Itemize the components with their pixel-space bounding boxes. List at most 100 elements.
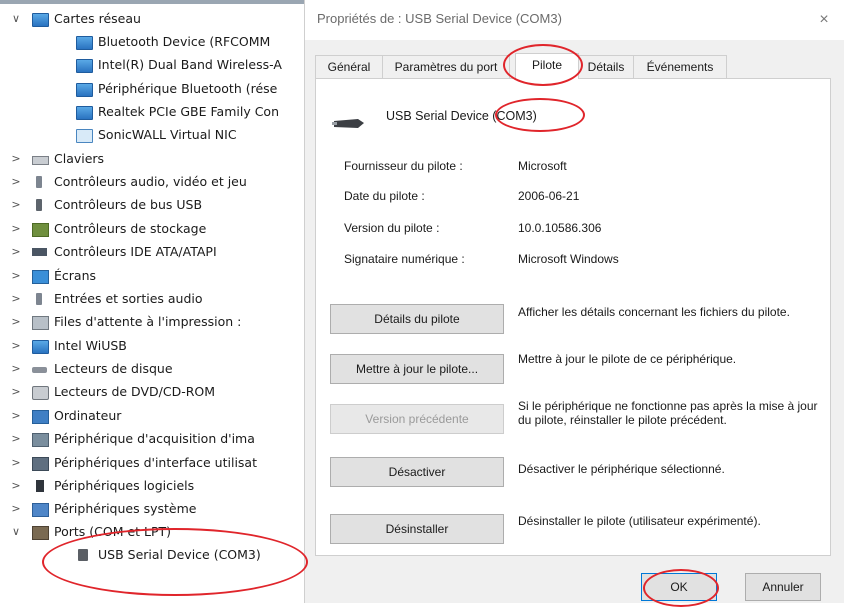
expand-chevron-icon[interactable]: > bbox=[10, 171, 22, 193]
driver-date-value: 2006-06-21 bbox=[518, 189, 580, 203]
close-icon[interactable]: × bbox=[811, 7, 837, 33]
expand-chevron-icon[interactable]: > bbox=[10, 498, 22, 520]
expand-chevron-icon[interactable]: > bbox=[10, 452, 22, 474]
tree-item-realtek[interactable]: Realtek PCIe GBE Family Con bbox=[0, 101, 300, 123]
tree-category-audio-video[interactable]: > Contrôleurs audio, vidéo et jeu bbox=[0, 171, 300, 193]
expand-chevron-icon[interactable]: > bbox=[10, 311, 22, 333]
tree-label: Intel(R) Dual Band Wireless-A bbox=[98, 57, 282, 72]
tree-category-entrees-audio[interactable]: > Entrées et sorties audio bbox=[0, 288, 300, 310]
driver-details-desc: Afficher les détails concernant les fich… bbox=[518, 305, 790, 319]
disable-device-button[interactable]: Désactiver bbox=[330, 457, 504, 487]
expand-chevron-icon[interactable]: > bbox=[10, 288, 22, 310]
uninstall-driver-button[interactable]: Désinstaller bbox=[330, 514, 504, 544]
device-tree: ∨ Cartes réseau Bluetooth Device (RFCOMM… bbox=[0, 0, 310, 603]
update-driver-desc: Mettre à jour le pilote de ce périphériq… bbox=[518, 352, 737, 366]
roll-back-driver-button[interactable]: Version précédente bbox=[330, 404, 504, 434]
expand-chevron-icon[interactable]: > bbox=[10, 405, 22, 427]
expand-chevron-icon[interactable]: > bbox=[10, 335, 22, 357]
update-driver-button[interactable]: Mettre à jour le pilote... bbox=[330, 354, 504, 384]
driver-details-button[interactable]: Détails du pilote bbox=[330, 304, 504, 334]
properties-dialog: Propriétés de : USB Serial Device (COM3)… bbox=[304, 0, 844, 607]
roll-back-driver-desc: Si le périphérique ne fonctionne pas apr… bbox=[518, 399, 818, 427]
software-device-icon bbox=[36, 480, 44, 492]
keyboard-icon bbox=[32, 156, 49, 165]
tree-label: Contrôleurs de stockage bbox=[54, 221, 207, 236]
tree-category-intel-wiusb[interactable]: > Intel WiUSB bbox=[0, 335, 300, 357]
expand-chevron-icon[interactable]: > bbox=[10, 428, 22, 450]
tree-label: Contrôleurs audio, vidéo et jeu bbox=[54, 174, 247, 189]
disable-device-desc: Désactiver le périphérique sélectionné. bbox=[518, 462, 725, 476]
usb-serial-device-icon bbox=[332, 119, 364, 128]
expand-chevron-icon[interactable]: > bbox=[10, 241, 22, 263]
tree-category-ports[interactable]: ∨ Ports (COM et LPT) bbox=[0, 521, 300, 543]
ide-icon bbox=[32, 248, 47, 256]
tree-category-stockage[interactable]: > Contrôleurs de stockage bbox=[0, 218, 300, 240]
virtual-nic-icon bbox=[76, 129, 93, 143]
speaker-icon bbox=[36, 293, 42, 305]
tree-category-impression[interactable]: > Files d'attente à l'impression : bbox=[0, 311, 300, 333]
driver-version-value: 10.0.10586.306 bbox=[518, 221, 602, 235]
tree-item-usb-serial-device[interactable]: USB Serial Device (COM3) bbox=[0, 544, 300, 566]
tab-general[interactable]: Général bbox=[315, 55, 383, 78]
speaker-icon bbox=[36, 176, 42, 188]
cancel-button[interactable]: Annuler bbox=[745, 573, 821, 601]
expand-chevron-icon[interactable]: > bbox=[10, 475, 22, 497]
tree-item-bluetooth-rfcomm[interactable]: Bluetooth Device (RFCOMM bbox=[0, 31, 300, 53]
expand-chevron-icon[interactable]: > bbox=[10, 381, 22, 403]
tree-category-ecrans[interactable]: > Écrans bbox=[0, 265, 300, 287]
tab-parametres-port[interactable]: Paramètres du port bbox=[382, 55, 510, 78]
tree-category-ordinateur[interactable]: > Ordinateur bbox=[0, 405, 300, 427]
tree-label: Contrôleurs IDE ATA/ATAPI bbox=[54, 244, 217, 259]
driver-provider-value: Microsoft bbox=[518, 159, 567, 173]
network-card-icon bbox=[76, 36, 93, 50]
collapse-chevron-icon[interactable]: ∨ bbox=[10, 8, 22, 30]
tree-category-usb[interactable]: > Contrôleurs de bus USB bbox=[0, 194, 300, 216]
expand-chevron-icon[interactable]: > bbox=[10, 148, 22, 170]
device-name: USB Serial Device (COM3) bbox=[386, 109, 537, 123]
storage-icon bbox=[32, 223, 49, 237]
tree-item-sonicwall[interactable]: SonicWALL Virtual NIC bbox=[0, 124, 300, 146]
tree-item-peripherique-bluetooth[interactable]: Périphérique Bluetooth (rése bbox=[0, 78, 300, 100]
tree-category-cartes-reseau[interactable]: ∨ Cartes réseau bbox=[0, 8, 300, 30]
expand-chevron-icon[interactable]: > bbox=[10, 265, 22, 287]
usb-icon bbox=[36, 199, 42, 211]
tree-label: Intel WiUSB bbox=[54, 338, 127, 353]
tree-category-claviers[interactable]: > Claviers bbox=[0, 148, 300, 170]
tree-label: Périphériques d'interface utilisat bbox=[54, 455, 257, 470]
collapse-chevron-icon[interactable]: ∨ bbox=[10, 521, 22, 543]
expand-chevron-icon[interactable]: > bbox=[10, 194, 22, 216]
network-card-icon bbox=[76, 106, 93, 120]
expand-chevron-icon[interactable]: > bbox=[10, 358, 22, 380]
tree-category-disque[interactable]: > Lecteurs de disque bbox=[0, 358, 300, 380]
tree-label: Périphérique d'acquisition d'ima bbox=[54, 431, 255, 446]
tree-category-dvd[interactable]: > Lecteurs de DVD/CD-ROM bbox=[0, 381, 300, 403]
tab-details[interactable]: Détails bbox=[578, 55, 634, 78]
tree-category-logiciels[interactable]: > Périphériques logiciels bbox=[0, 475, 300, 497]
expand-chevron-icon[interactable]: > bbox=[10, 218, 22, 240]
tree-category-systeme[interactable]: > Périphériques système bbox=[0, 498, 300, 520]
dvd-drive-icon bbox=[32, 386, 49, 400]
network-card-icon bbox=[76, 59, 93, 73]
tree-label: Écrans bbox=[54, 268, 97, 283]
computer-icon bbox=[32, 410, 49, 424]
tree-item-intel-wireless[interactable]: Intel(R) Dual Band Wireless-A bbox=[0, 54, 300, 76]
tree-label: Entrées et sorties audio bbox=[54, 291, 203, 306]
network-card-icon bbox=[32, 340, 49, 354]
tab-pilote[interactable]: Pilote bbox=[515, 53, 579, 79]
tree-label: Périphériques logiciels bbox=[54, 478, 195, 493]
tab-evenements[interactable]: Événements bbox=[633, 55, 727, 78]
tree-label: Lecteurs de disque bbox=[54, 361, 173, 376]
tree-label: Claviers bbox=[54, 151, 105, 166]
digital-signer-value: Microsoft Windows bbox=[518, 252, 619, 266]
ok-button[interactable]: OK bbox=[641, 573, 717, 601]
title-bar: Propriétés de : USB Serial Device (COM3)… bbox=[305, 0, 844, 40]
uninstall-driver-desc: Désinstaller le pilote (utilisateur expé… bbox=[518, 514, 761, 528]
printer-icon bbox=[32, 316, 49, 330]
tree-label: Ports (COM et LPT) bbox=[54, 524, 172, 539]
tree-category-acquisition[interactable]: > Périphérique d'acquisition d'ima bbox=[0, 428, 300, 450]
tree-label: Lecteurs de DVD/CD-ROM bbox=[54, 384, 216, 399]
tree-category-hid[interactable]: > Périphériques d'interface utilisat bbox=[0, 452, 300, 474]
driver-date-label: Date du pilote : bbox=[344, 189, 425, 203]
digital-signer-label: Signataire numérique : bbox=[344, 252, 465, 266]
tree-category-ide[interactable]: > Contrôleurs IDE ATA/ATAPI bbox=[0, 241, 300, 263]
